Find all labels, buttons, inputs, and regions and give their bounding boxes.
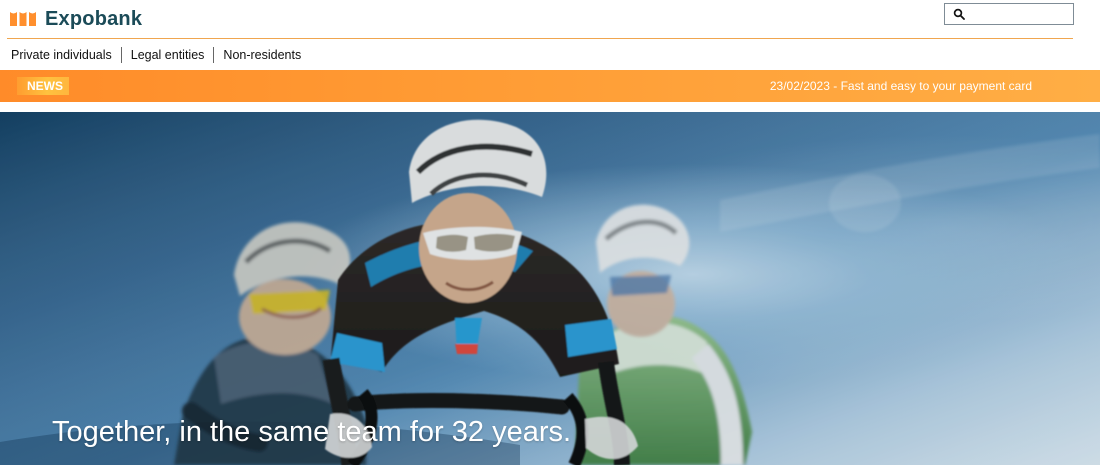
brand-name: Expobank <box>45 8 143 30</box>
expobank-logo-icon <box>10 12 36 26</box>
nav-separator <box>213 47 215 63</box>
hero-banner: Together, in the same team for 32 years. <box>0 112 1100 465</box>
nav-item-private-individuals[interactable]: Private individuals <box>11 46 112 64</box>
hero-title: Together, in the same team for 32 years. <box>52 416 572 448</box>
main-navigation: Private individuals Legal entities Non-r… <box>11 46 301 64</box>
nav-item-non-residents[interactable]: Non-residents <box>223 46 301 64</box>
nav-separator <box>120 47 122 63</box>
expobank-home-page: Expobank Private individuals Legal entit… <box>0 0 1100 465</box>
header-divider <box>7 38 1073 39</box>
site-header: Expobank <box>0 0 1100 40</box>
news-headline-link[interactable]: 23/02/2023 - Fast and easy to your payme… <box>770 78 1032 94</box>
search-input[interactable] <box>970 5 1068 23</box>
search-icon[interactable] <box>953 8 965 20</box>
search-box[interactable] <box>944 3 1074 25</box>
news-badge[interactable]: NEWS <box>17 77 69 95</box>
expobank-logo-link[interactable]: Expobank <box>9 6 142 32</box>
news-banner: NEWS 23/02/2023 - Fast and easy to your … <box>0 70 1100 102</box>
cyclists-hero-image <box>0 112 1100 465</box>
nav-item-legal-entities[interactable]: Legal entities <box>131 46 205 64</box>
